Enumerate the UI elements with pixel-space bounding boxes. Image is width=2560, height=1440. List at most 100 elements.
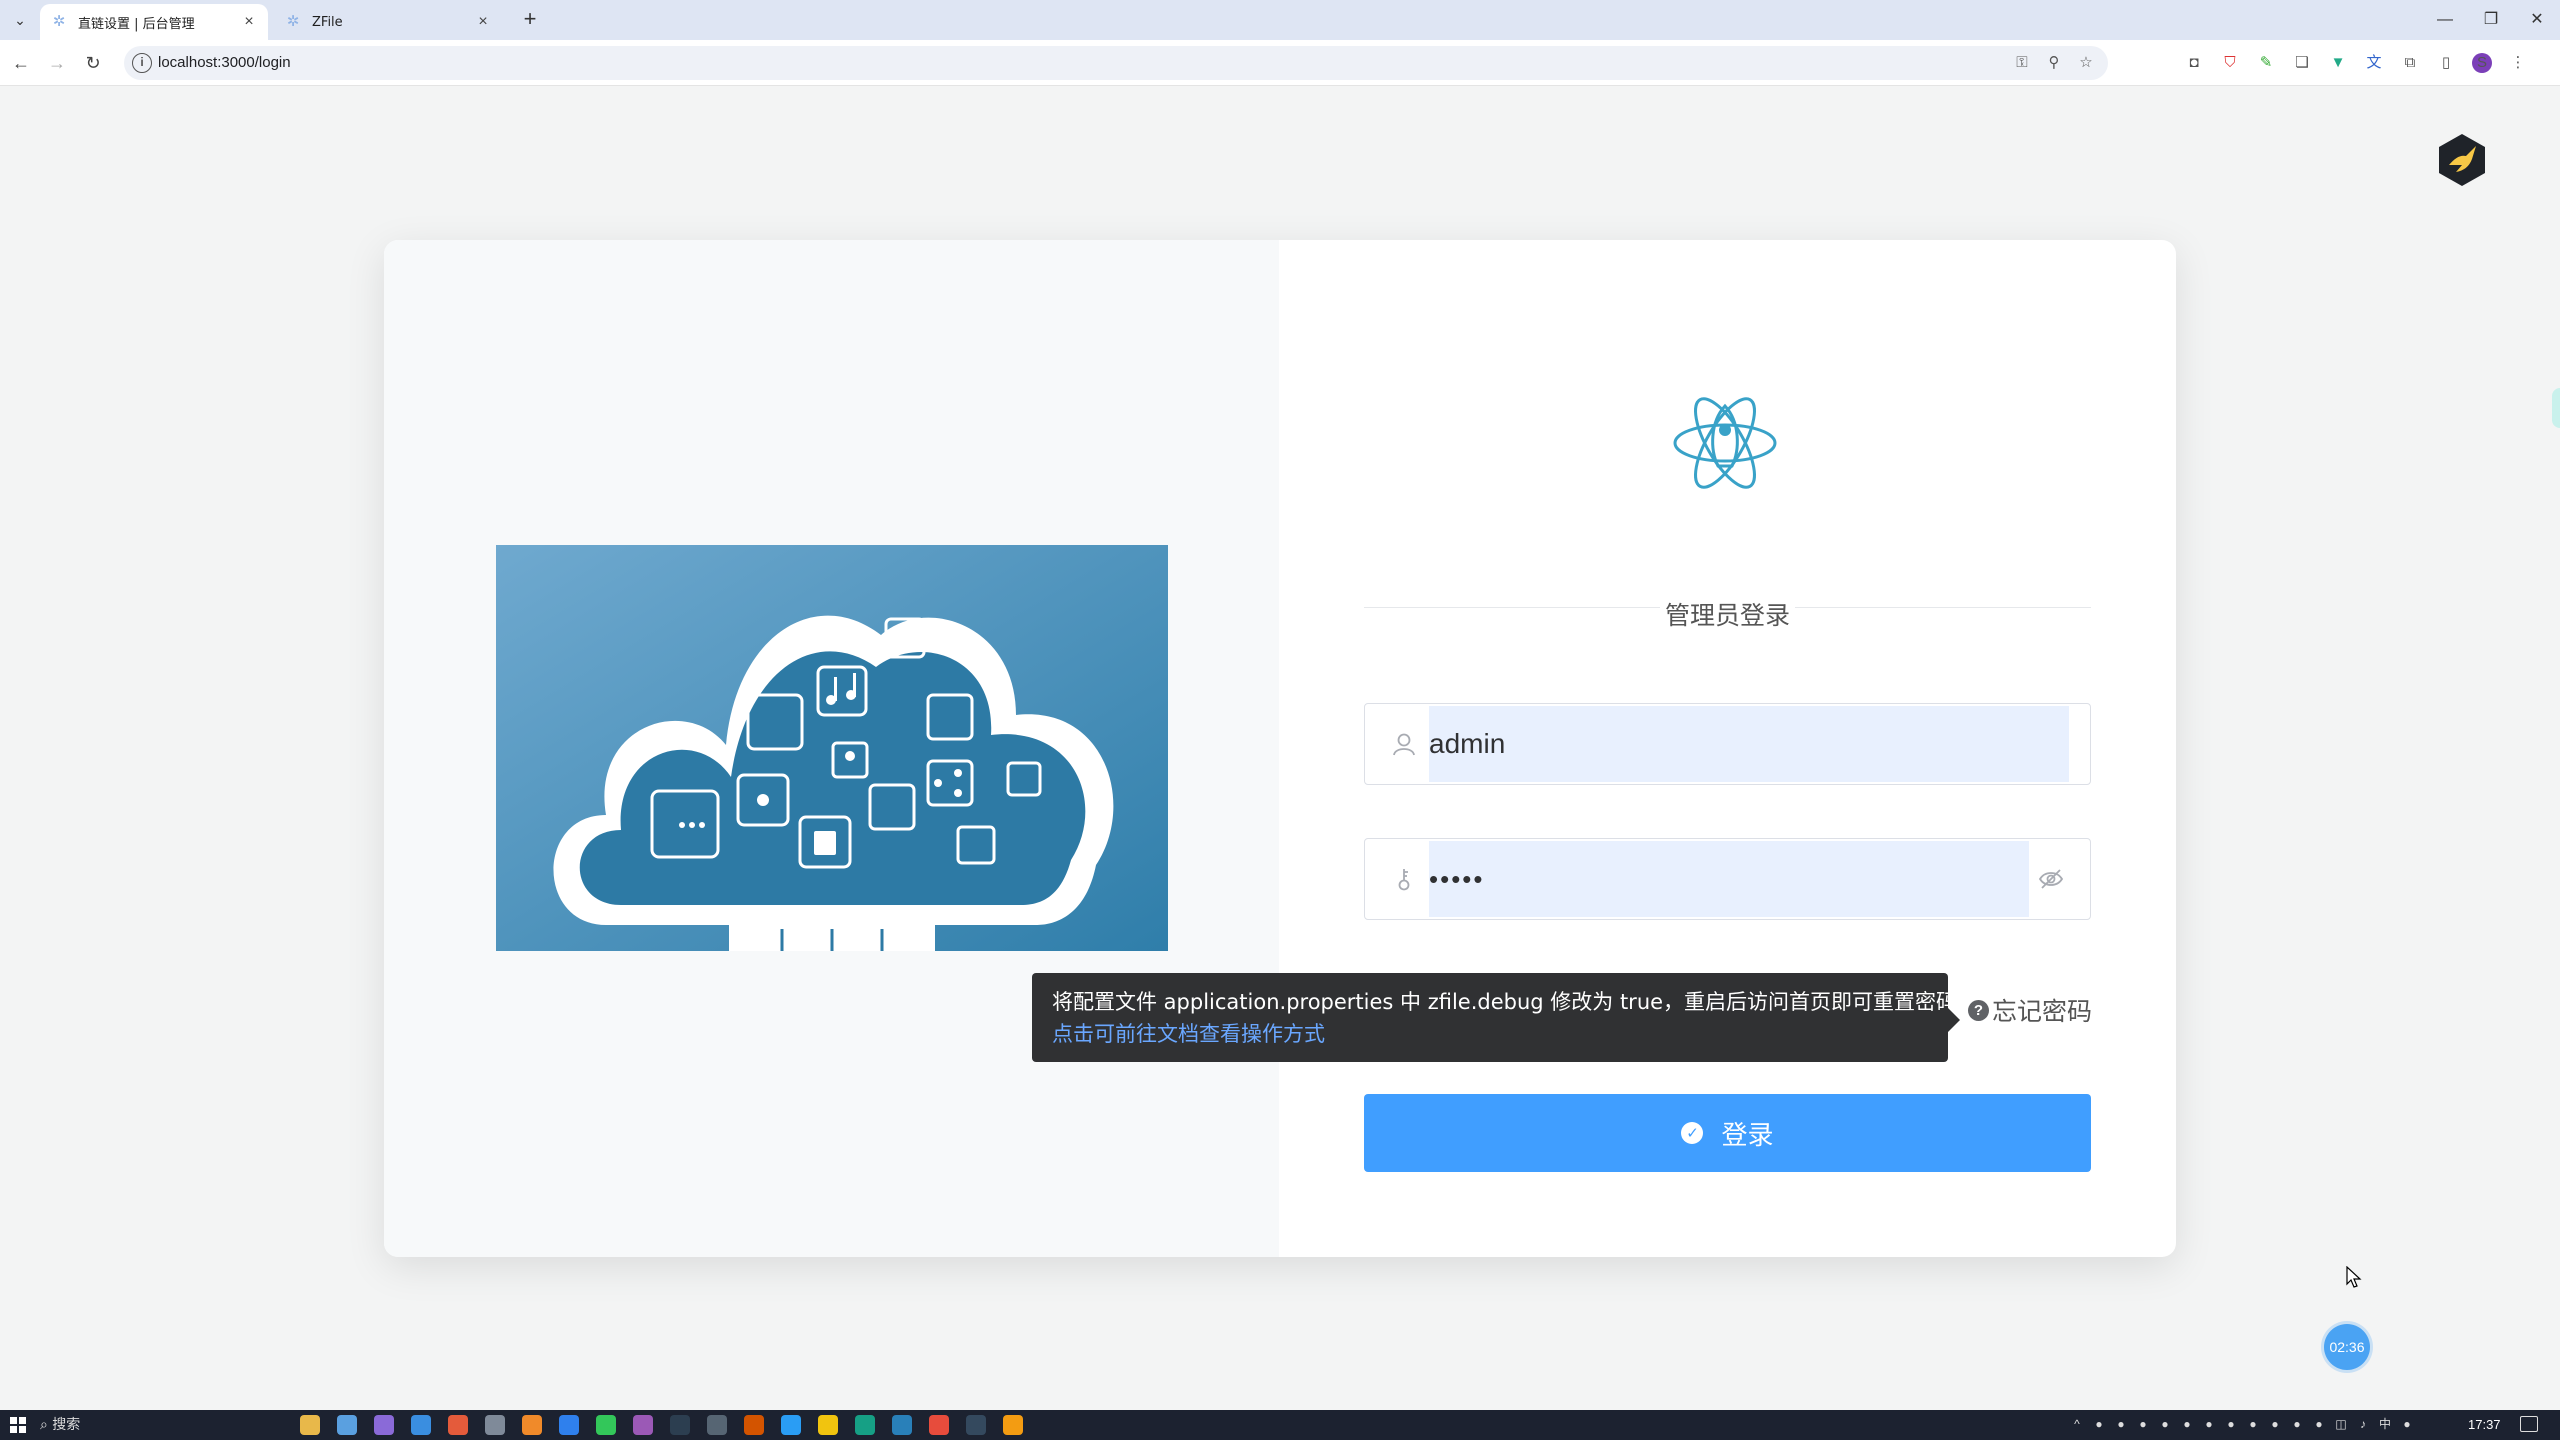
cloud-storage-illustration — [496, 545, 1168, 951]
puzzle-extensions-icon[interactable]: ⧉ — [2400, 53, 2420, 73]
username-input[interactable] — [1429, 706, 2069, 782]
app-icon[interactable] — [781, 1415, 801, 1435]
bird-logo-icon[interactable] — [2436, 132, 2488, 188]
taskbar-search-label: 搜索 — [52, 1417, 81, 1433]
tray-app-icon[interactable]: ● — [2312, 1415, 2326, 1433]
forgot-password-tooltip: 将配置文件 application.properties 中 zfile.deb… — [1032, 973, 1960, 1062]
tray-app-icon[interactable]: ● — [2136, 1415, 2150, 1433]
password-key-icon[interactable]: ⚿ — [2012, 53, 2032, 73]
taskbar-search[interactable]: ⌕ 搜索 — [40, 1414, 250, 1436]
network-icon[interactable]: ◫ — [2334, 1415, 2348, 1433]
tab-search-icon[interactable]: ⌄ — [8, 10, 32, 30]
forgot-password-link[interactable]: ? 忘记密码 — [1968, 992, 2092, 1028]
tray-app-icon[interactable]: ● — [2290, 1415, 2304, 1433]
app-icon[interactable] — [411, 1415, 431, 1435]
browser-tab-active[interactable]: ✲ 直链设置 | 后台管理 × — [40, 4, 268, 40]
atom-rocket-logo-icon — [1673, 397, 1777, 489]
notes-icon[interactable] — [1003, 1415, 1023, 1435]
app-icon[interactable] — [892, 1415, 912, 1435]
tray-app-icon[interactable]: ● — [2180, 1415, 2194, 1433]
address-bar[interactable]: i localhost:3000/login ⚿ ⚲ ☆ — [124, 46, 2108, 80]
app-icon[interactable] — [929, 1415, 949, 1435]
tray-app-icon[interactable]: ● — [2224, 1415, 2238, 1433]
close-tab-icon[interactable]: × — [474, 13, 492, 31]
app-icon[interactable] — [744, 1415, 764, 1435]
camera-extension-icon[interactable]: ◘ — [2184, 53, 2204, 73]
tray-app-icon[interactable]: ● — [2158, 1415, 2172, 1433]
tray-app-icon[interactable]: ● — [2114, 1415, 2128, 1433]
system-tray: ^ ● ● ● ● ● ● ● ● ● ● ● ◫ ♪ 中 ● — [2070, 1415, 2414, 1433]
edge-float-widget[interactable] — [2552, 388, 2560, 428]
notification-center-icon[interactable] — [2520, 1416, 2538, 1432]
volume-icon[interactable]: ♪ — [2356, 1415, 2370, 1433]
tray-expand-icon[interactable]: ^ — [2070, 1415, 2084, 1433]
close-tab-icon[interactable]: × — [240, 13, 258, 31]
tooltip-docs-link[interactable]: 点击可前往文档查看操作方式 — [1052, 1018, 1928, 1050]
zoom-icon[interactable]: ⚲ — [2044, 53, 2064, 73]
forgot-password-label[interactable]: 忘记密码 — [1992, 992, 2092, 1028]
tray-app-icon[interactable]: ● — [2202, 1415, 2216, 1433]
chrome-icon[interactable] — [448, 1415, 468, 1435]
check-circle-icon: ✓ — [1681, 1122, 1704, 1144]
hide-password-eye-icon[interactable] — [2038, 867, 2064, 891]
divider-line-right — [1795, 607, 2091, 608]
password-input[interactable] — [1429, 841, 2029, 917]
green-extension-icon[interactable]: ✎ — [2256, 53, 2276, 73]
login-heading: 管理员登录 — [1664, 601, 1790, 630]
forward-arrow-icon[interactable]: → — [44, 50, 70, 76]
new-tab-button[interactable]: + — [518, 8, 542, 32]
login-button[interactable]: ✓ 登录 — [1364, 1094, 2091, 1172]
password-field[interactable] — [1364, 838, 2091, 920]
ime-indicator[interactable]: 中 — [2378, 1415, 2392, 1433]
side-panel-icon[interactable]: ▯ — [2436, 53, 2456, 73]
reload-icon[interactable]: ↻ — [80, 50, 106, 76]
site-info-icon[interactable]: i — [132, 53, 152, 73]
profile-avatar[interactable]: S — [2472, 53, 2492, 73]
minimize-button[interactable]: — — [2422, 0, 2468, 40]
terminal-icon[interactable] — [670, 1415, 690, 1435]
mouse-cursor-icon — [2346, 1266, 2362, 1288]
copy-extension-icon[interactable]: ❏ — [2292, 53, 2312, 73]
taskbar-apps — [300, 1415, 1023, 1435]
app-icon[interactable] — [633, 1415, 653, 1435]
tab-title: 直链设置 | 后台管理 — [78, 16, 195, 32]
tray-app-icon[interactable]: ● — [2092, 1415, 2106, 1433]
tray-app-icon[interactable]: ● — [2400, 1415, 2414, 1433]
tab-title: ZFile — [312, 14, 343, 30]
extensions-bar: ◘ ⛉ ✎ ❏ ▼ 文 ⧉ ▯ S ⋮ — [2184, 53, 2528, 73]
url-text[interactable]: localhost:3000/login — [158, 54, 291, 71]
app-icon[interactable] — [855, 1415, 875, 1435]
settings-icon[interactable] — [485, 1415, 505, 1435]
login-heading-divider: 管理员登录 — [1364, 588, 2091, 630]
username-field[interactable] — [1364, 703, 2091, 785]
app-icon[interactable] — [374, 1415, 394, 1435]
app-icon[interactable] — [337, 1415, 357, 1435]
close-window-button[interactable]: ✕ — [2514, 0, 2560, 40]
card-illustration-panel — [384, 240, 1279, 1257]
app-icon[interactable] — [818, 1415, 838, 1435]
browser-tab-zfile[interactable]: ✲ ZFile × — [274, 4, 502, 40]
browser-tab-strip: ⌄ ✲ 直链设置 | 后台管理 × ✲ ZFile × + — ❐ ✕ — [0, 0, 2560, 40]
app-icon[interactable] — [966, 1415, 986, 1435]
back-arrow-icon[interactable]: ← — [8, 50, 34, 76]
translate-extension-icon[interactable]: 文 — [2364, 53, 2384, 73]
app-icon[interactable] — [707, 1415, 727, 1435]
app-icon[interactable] — [559, 1415, 579, 1435]
more-menu-icon[interactable]: ⋮ — [2508, 53, 2528, 73]
windows-start-icon[interactable] — [10, 1417, 26, 1433]
browser-toolbar: ← → ↻ i localhost:3000/login ⚿ ⚲ ☆ — [0, 40, 2560, 86]
restore-button[interactable]: ❐ — [2468, 0, 2514, 40]
key-icon — [1398, 869, 1410, 891]
atom-favicon-icon: ✲ — [52, 13, 66, 30]
wechat-icon[interactable] — [596, 1415, 616, 1435]
bookmark-star-icon[interactable]: ☆ — [2076, 53, 2096, 73]
file-explorer-icon[interactable] — [300, 1415, 320, 1435]
recording-timer-badge[interactable]: 02:36 — [2324, 1324, 2370, 1370]
tray-app-icon[interactable]: ● — [2268, 1415, 2282, 1433]
tray-app-icon[interactable]: ● — [2246, 1415, 2260, 1433]
shield-extension-icon[interactable]: ⛉ — [2220, 53, 2240, 73]
vue-devtools-icon[interactable]: ▼ — [2328, 53, 2348, 73]
taskbar-clock[interactable]: 17:37 — [2468, 1415, 2501, 1435]
question-icon: ? — [1968, 999, 1989, 1021]
firefox-icon[interactable] — [522, 1415, 542, 1435]
